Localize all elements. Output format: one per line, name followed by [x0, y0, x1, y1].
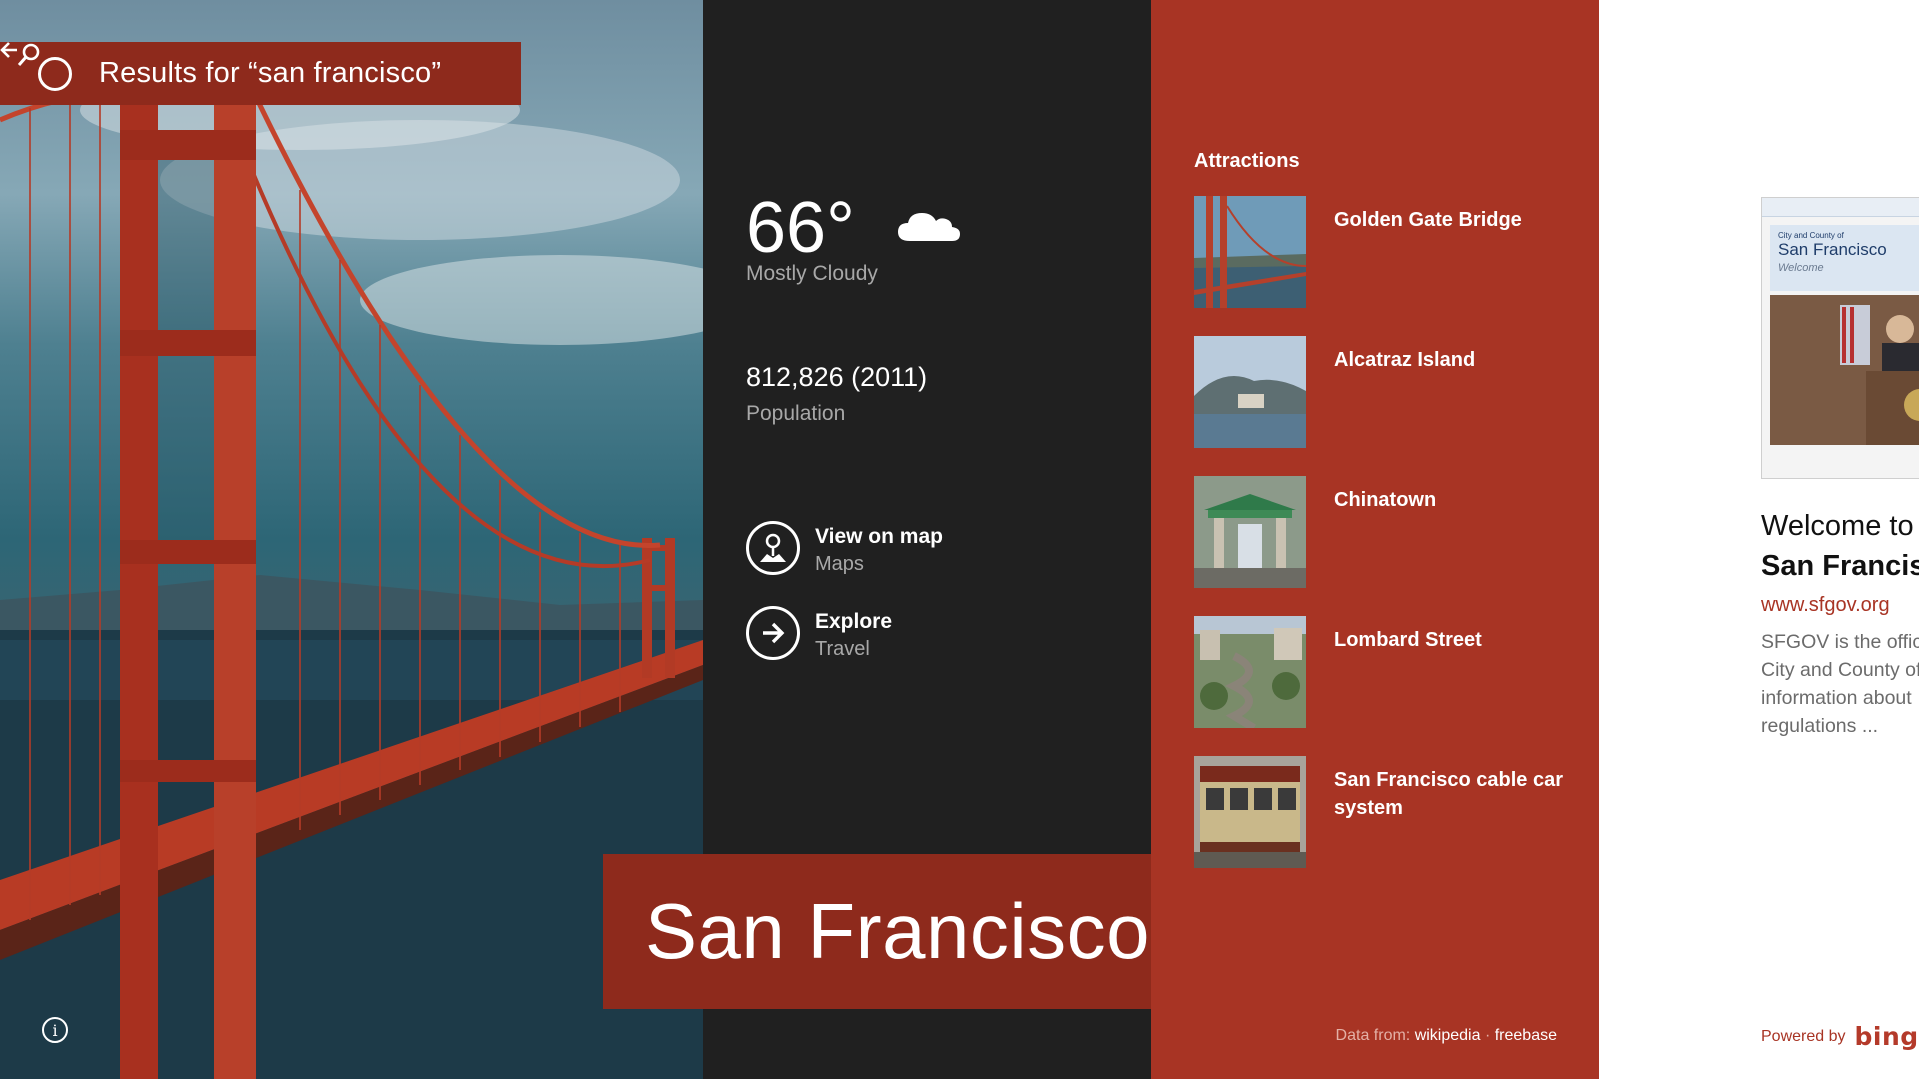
attraction-item[interactable]: Alcatraz Island: [1194, 336, 1574, 448]
info-icon: i: [52, 1020, 58, 1040]
web-result-panel: City and County of San Francisco Welcome…: [1599, 0, 1919, 1079]
web-result-title-line1[interactable]: Welcome to: [1761, 510, 1914, 543]
snippet-line: SFGOV is the official: [1761, 631, 1919, 653]
population-value: 812,826 (2011): [746, 362, 928, 392]
attraction-name: Lombard Street: [1334, 629, 1482, 651]
attraction-item[interactable]: Chinatown: [1194, 476, 1574, 588]
arrow-right-icon: [746, 606, 800, 660]
attraction-thumbnail: [1194, 756, 1306, 868]
attraction-name: San Francisco cable car system: [1334, 769, 1564, 819]
back-button[interactable]: [0, 42, 72, 91]
population-label: Population: [746, 402, 846, 425]
powered-by-label: Powered by: [1761, 1027, 1846, 1045]
explore-sub: Travel: [815, 638, 870, 660]
thumb-header: City and County of: [1778, 231, 1844, 240]
website-thumbnail[interactable]: City and County of San Francisco Welcome: [1761, 197, 1919, 479]
snippet-line: information about: [1761, 687, 1912, 709]
thumb-welcome: Welcome: [1778, 262, 1824, 274]
credits-prefix: Data from:: [1335, 1027, 1411, 1044]
info-button[interactable]: i: [42, 1017, 68, 1043]
view-on-map-button[interactable]: View on map Maps: [746, 521, 943, 576]
web-result-snippet: SFGOV is the official City and County of…: [1761, 628, 1919, 740]
explore-label: Explore: [815, 610, 893, 633]
attraction-item[interactable]: Lombard Street: [1194, 616, 1574, 728]
golden-gate-photo: [0, 70, 703, 1079]
data-credits: Data from: wikipedia · freebase: [1336, 1027, 1557, 1045]
temperature: 66°: [746, 188, 855, 268]
attractions-panel: Attractions Golden Gate Bridge Alcatraz …: [1151, 0, 1599, 1079]
web-result-url[interactable]: www.sfgov.org: [1761, 594, 1890, 617]
search-icon[interactable]: [16, 42, 42, 68]
cloud-icon: [898, 213, 960, 241]
thumb-title: San Francisco: [1778, 240, 1887, 259]
attraction-name: Chinatown: [1334, 489, 1437, 511]
place-title: San Francisco: [645, 887, 1151, 975]
attraction-thumbnail: [1194, 616, 1306, 728]
attraction-thumbnail: [1194, 476, 1306, 588]
attraction-name: Alcatraz Island: [1334, 349, 1476, 371]
attraction-thumbnail: [1194, 336, 1306, 448]
freebase-link[interactable]: freebase: [1495, 1027, 1557, 1044]
weather-condition: Mostly Cloudy: [746, 262, 878, 285]
snippet-line: regulations ...: [1761, 715, 1879, 737]
powered-by: Powered by bing: [1761, 1022, 1919, 1051]
attractions-heading: Attractions: [1194, 150, 1300, 172]
hero-image: Results for “san francisco” i: [0, 0, 703, 1079]
search-header: Results for “san francisco”: [0, 42, 521, 105]
view-on-map-sub: Maps: [815, 553, 864, 575]
search-title: Results for “san francisco”: [99, 57, 442, 89]
thumb-photo: [1770, 295, 1919, 445]
snippet-line: City and County of: [1761, 659, 1919, 681]
map-pin-icon: [746, 521, 800, 575]
web-result-title-line2[interactable]: San Francisco: [1761, 550, 1919, 583]
place-title-tile: San Francisco: [603, 854, 1151, 1009]
attraction-thumbnail: [1194, 196, 1306, 308]
view-on-map-label: View on map: [815, 525, 943, 548]
explore-button[interactable]: Explore Travel: [746, 606, 892, 661]
wikipedia-link[interactable]: wikipedia: [1415, 1027, 1481, 1044]
attraction-name: Golden Gate Bridge: [1334, 209, 1522, 231]
bing-logo[interactable]: bing: [1855, 1022, 1919, 1051]
attraction-item[interactable]: San Francisco cable car system: [1194, 756, 1574, 868]
attraction-item[interactable]: Golden Gate Bridge: [1194, 196, 1574, 308]
credits-separator: ·: [1484, 1027, 1491, 1044]
